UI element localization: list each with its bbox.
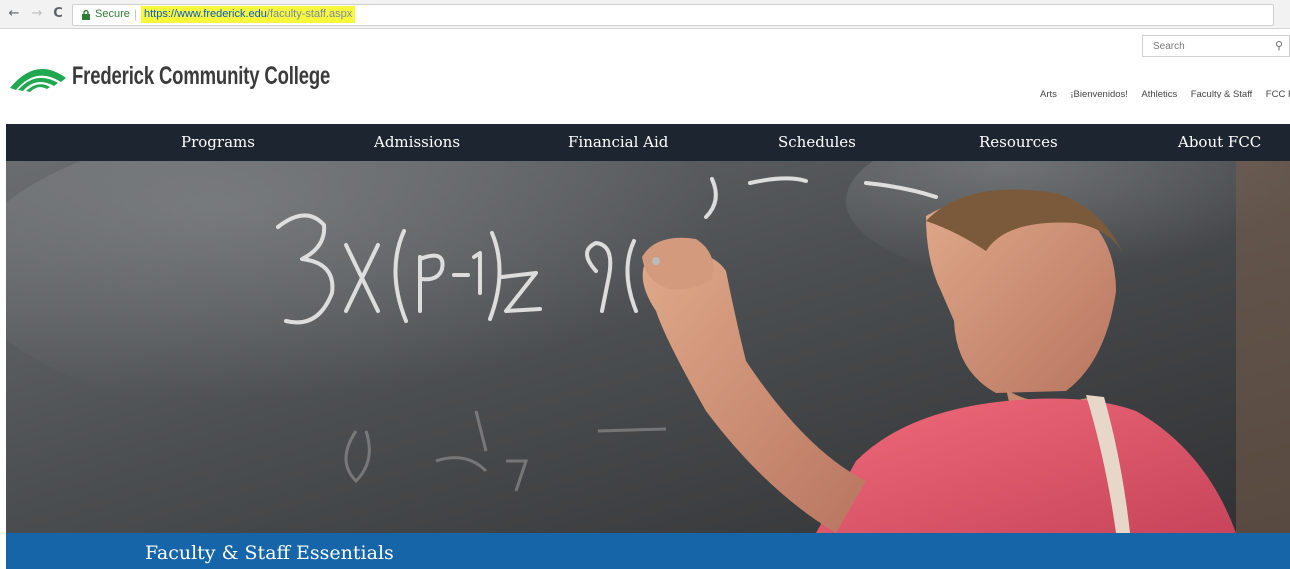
search-input[interactable] (1143, 36, 1271, 56)
forward-arrow-icon[interactable]: → (29, 5, 45, 23)
nav-resources[interactable]: Resources (979, 124, 1058, 161)
search-box: ⚲ (1142, 35, 1290, 57)
nav-programs[interactable]: Programs (181, 124, 255, 161)
back-arrow-icon[interactable]: ← (6, 5, 22, 23)
utility-links: Arts ¡Bienvenidos! Athletics Faculty & S… (1040, 84, 1290, 98)
logo-wordmark: Frederick Community College (72, 62, 331, 90)
nav-admissions[interactable]: Admissions (374, 124, 460, 161)
rainbow-arc-logo-icon (10, 69, 66, 92)
utility-link-arts[interactable]: Arts (1040, 89, 1057, 98)
hero-image (6, 161, 1290, 533)
page-title-banner: Faculty & Staff Essentials (6, 533, 1290, 569)
page-title: Faculty & Staff Essentials (145, 542, 394, 564)
utility-link-faculty-staff[interactable]: Faculty & Staff (1191, 89, 1253, 98)
reload-icon[interactable]: C (50, 5, 66, 23)
address-bar[interactable]: Secure | https://www.frederick.edu/facul… (72, 4, 1274, 26)
search-icon[interactable]: ⚲ (1275, 39, 1287, 53)
url-domain: https://www.frederick.edu (144, 8, 267, 20)
url-text[interactable]: https://www.frederick.edu/faculty-staff.… (141, 6, 356, 23)
url-path: /faculty-staff.aspx (266, 8, 353, 20)
lock-icon (82, 9, 90, 20)
nav-about-fcc[interactable]: About FCC (1178, 124, 1261, 161)
hero-illustration (6, 161, 1290, 533)
nav-financial-aid[interactable]: Financial Aid (568, 124, 668, 161)
site-logo[interactable]: Frederick Community College (6, 58, 330, 98)
utility-link-athletics[interactable]: Athletics (1141, 89, 1177, 98)
secure-label: Secure (95, 8, 130, 20)
utility-link-bienvenidos[interactable]: ¡Bienvenidos! (1070, 89, 1128, 98)
nav-schedules[interactable]: Schedules (778, 124, 856, 161)
utility-link-fcc-foundation[interactable]: FCC Foundation (1266, 89, 1290, 98)
url-separator: | (134, 7, 138, 21)
main-navigation: Programs Admissions Financial Aid Schedu… (6, 124, 1290, 161)
browser-toolbar: ← → C Secure | https://www.frederick.edu… (0, 0, 1290, 29)
